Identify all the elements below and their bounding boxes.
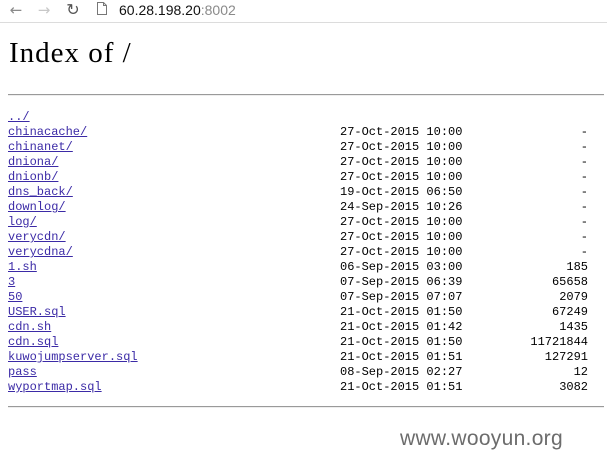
entry-date: 21-Oct-2015 01:51 <box>340 350 463 364</box>
list-item: cdn.sh 21-Oct-2015 01:42 1435 <box>8 320 604 335</box>
entry-size: - <box>580 245 588 259</box>
list-item: USER.sql 21-Oct-2015 01:50 67249 <box>8 305 604 320</box>
entry-link[interactable]: 50 <box>8 290 22 305</box>
entries-list: chinacache/27-Oct-2015 10:00- chinanet/27… <box>8 125 604 395</box>
entry-date: 08-Sep-2015 02:27 <box>340 365 463 379</box>
address-bar[interactable]: 60.28.198.20:8002 <box>119 1 236 19</box>
entry-size: - <box>580 230 588 244</box>
entry-date: 27-Oct-2015 10:00 <box>340 155 463 169</box>
entry-date: 27-Oct-2015 10:00 <box>340 140 463 154</box>
entry-link[interactable]: verycdna/ <box>8 245 73 260</box>
reload-icon[interactable]: ↻ <box>63 0 83 20</box>
forward-arrow-icon[interactable]: → <box>34 0 54 20</box>
entry-size: - <box>580 170 588 184</box>
entry-date: 27-Oct-2015 10:00 <box>340 170 463 184</box>
entry-size: 2079 <box>559 290 588 304</box>
entry-size: - <box>580 140 588 154</box>
entry-date: 21-Oct-2015 01:50 <box>340 335 463 349</box>
entry-link[interactable]: dnionb/ <box>8 170 58 185</box>
entry-link[interactable]: chinacache/ <box>8 125 87 140</box>
entry-date: 21-Oct-2015 01:51 <box>340 380 463 394</box>
list-item: downlog/24-Sep-2015 10:26 - <box>8 200 604 215</box>
entry-link[interactable]: dns_back/ <box>8 185 73 200</box>
list-item: 3 07-Sep-2015 06:39 65658 <box>8 275 604 290</box>
entry-date: 07-Sep-2015 07:07 <box>340 290 463 304</box>
entry-date: 19-Oct-2015 06:50 <box>340 185 463 199</box>
entry-link[interactable]: verycdn/ <box>8 230 66 245</box>
entry-link[interactable]: downlog/ <box>8 200 66 215</box>
entry-date: 06-Sep-2015 03:00 <box>340 260 463 274</box>
entry-size: - <box>580 215 588 229</box>
entry-size: 12 <box>573 365 588 379</box>
watermark: www.wooyun.org <box>400 427 563 450</box>
entry-link[interactable]: log/ <box>8 215 37 230</box>
entry-date: 21-Oct-2015 01:42 <box>340 320 463 334</box>
entry-size: 3082 <box>559 380 588 394</box>
parent-directory-link[interactable]: ../ <box>8 110 30 125</box>
list-item: verycdn/27-Oct-2015 10:00 - <box>8 230 604 245</box>
entry-link[interactable]: kuwojumpserver.sql <box>8 350 138 365</box>
entry-date: 07-Sep-2015 06:39 <box>340 275 463 289</box>
list-item: log/27-Oct-2015 10:00 - <box>8 215 604 230</box>
entry-link[interactable]: pass <box>8 365 37 380</box>
browser-toolbar: ← → ↻ 60.28.198.20:8002 <box>0 0 607 23</box>
entry-link[interactable]: cdn.sh <box>8 320 51 335</box>
entry-link[interactable]: wyportmap.sql <box>8 380 102 395</box>
entry-size: 11721844 <box>530 335 588 349</box>
entry-date: 27-Oct-2015 10:00 <box>340 230 463 244</box>
list-item: chinacache/27-Oct-2015 10:00 - <box>8 125 604 140</box>
list-item: 1.sh 06-Sep-2015 03:00 185 <box>8 260 604 275</box>
entry-date: 27-Oct-2015 10:00 <box>340 215 463 229</box>
entry-size: 127291 <box>544 350 588 364</box>
entry-size: - <box>580 185 588 199</box>
directory-listing: ../ chinacache/27-Oct-2015 10:00- chinane… <box>8 110 604 395</box>
entry-link[interactable]: USER.sql <box>8 305 66 320</box>
entry-size: 65658 <box>551 275 588 289</box>
list-item: kuwojumpserver.sql 21-Oct-2015 01:51 12729… <box>8 350 604 365</box>
entry-link[interactable]: chinanet/ <box>8 140 73 155</box>
entry-size: 185 <box>566 260 588 274</box>
list-item: dnionb/27-Oct-2015 10:00 - <box>8 170 604 185</box>
entry-link[interactable]: dniona/ <box>8 155 58 170</box>
divider-bottom <box>8 406 604 408</box>
entry-link[interactable]: cdn.sql <box>8 335 58 350</box>
url-host: 60.28.198.20 <box>119 2 201 18</box>
list-item: pass 08-Sep-2015 02:27 12 <box>8 365 604 380</box>
list-item: verycdna/27-Oct-2015 10:00 - <box>8 245 604 260</box>
entry-link[interactable]: 1.sh <box>8 260 37 275</box>
list-item: cdn.sql 21-Oct-2015 01:50 11721844 <box>8 335 604 350</box>
divider-top <box>8 94 604 96</box>
page-title: Index of / <box>9 37 132 69</box>
list-item: 50 07-Sep-2015 07:07 2079 <box>8 290 604 305</box>
list-item: chinanet/27-Oct-2015 10:00 - <box>8 140 604 155</box>
entry-size: - <box>580 155 588 169</box>
entry-date: 24-Sep-2015 10:26 <box>340 200 463 214</box>
entry-size: - <box>580 125 588 139</box>
entry-size: 67249 <box>551 305 588 319</box>
list-item: wyportmap.sql 21-Oct-2015 01:51 3082 <box>8 380 604 395</box>
parent-row: ../ <box>8 110 604 125</box>
entry-link[interactable]: 3 <box>8 275 15 290</box>
entry-date: 27-Oct-2015 10:00 <box>340 245 463 259</box>
entry-size: - <box>580 200 588 214</box>
url-port: :8002 <box>200 2 236 18</box>
entry-size: 1435 <box>559 320 588 334</box>
back-arrow-icon[interactable]: ← <box>6 0 26 20</box>
list-item: dns_back/19-Oct-2015 06:50 - <box>8 185 604 200</box>
entry-date: 21-Oct-2015 01:50 <box>340 305 463 319</box>
entry-date: 27-Oct-2015 10:00 <box>340 125 463 139</box>
list-item: dniona/27-Oct-2015 10:00 - <box>8 155 604 170</box>
page-icon <box>97 2 107 15</box>
